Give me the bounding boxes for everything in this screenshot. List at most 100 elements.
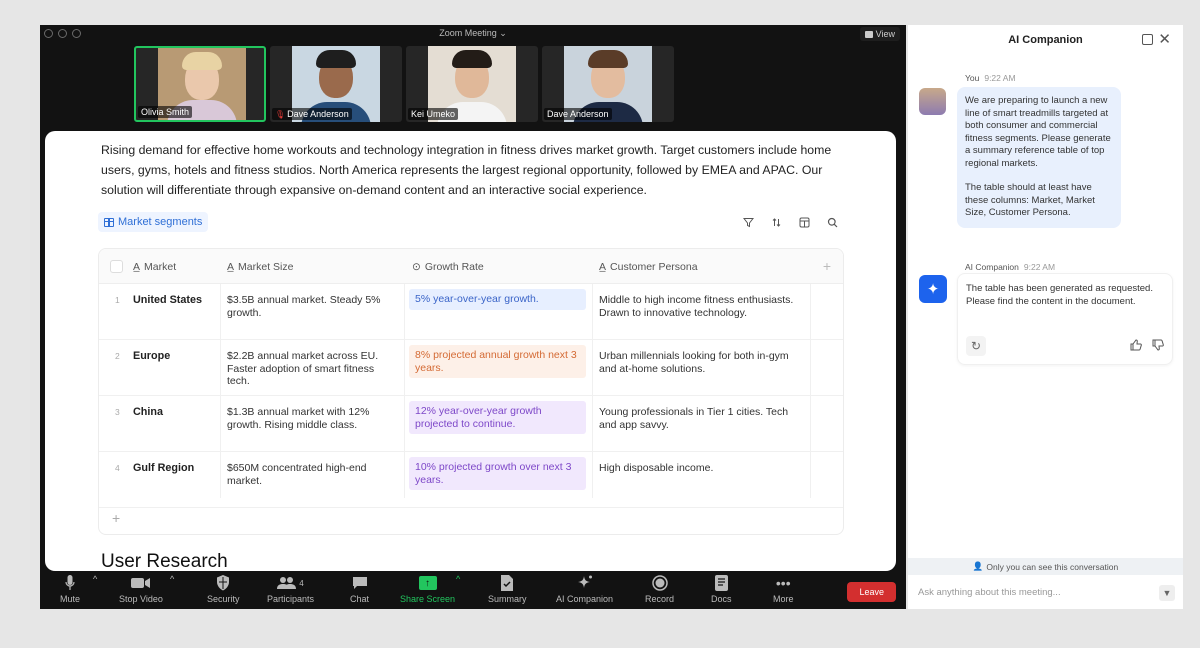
chat-button[interactable]: Chat [350,574,369,604]
ask-input[interactable]: Ask anything about this meeting... ▼ [908,575,1183,609]
cell-customer-persona[interactable]: Middle to high income fitness enthusiast… [599,294,804,319]
regenerate-icon[interactable]: ↻ [966,336,986,356]
cell-market-size[interactable]: $1.3B annual market with 12% growth. Ris… [227,406,399,431]
video-options-caret[interactable]: ^ [170,574,174,584]
text-type-icon: A̲ [227,260,235,273]
window-title[interactable]: Zoom Meeting ⌄ [40,28,906,39]
summary-label: Summary [488,594,527,604]
participant-name: Olivia Smith [138,106,193,118]
sender-name: AI Companion [965,262,1019,272]
participants-icon: 4 [277,574,304,592]
ask-input-placeholder: Ask anything about this meeting... [918,586,1061,598]
cell-growth-rate[interactable]: 5% year-over-year growth. [409,289,586,310]
view-button[interactable]: View [859,27,900,41]
pop-out-icon[interactable] [1142,34,1153,45]
grid-view-icon [864,30,873,38]
table-row[interactable]: 3 China $1.3B annual market with 12% growt… [99,396,843,452]
participant-name: Kei Umeko [408,108,459,120]
participant-hair [316,50,356,68]
cell-growth-rate[interactable]: 8% projected annual growth next 3 years. [409,345,586,378]
thumbs-down-icon[interactable] [1152,339,1164,355]
column-label: Growth Rate [424,260,484,273]
column-header-growth-rate[interactable]: ⊙ Growth Rate [412,249,484,284]
sort-icon[interactable] [770,216,782,228]
cell-market[interactable]: Gulf Region [133,462,218,475]
leave-button[interactable]: Leave [847,582,896,602]
participants-button[interactable]: 4 Participants [267,574,314,604]
stop-video-button[interactable]: Stop Video [119,574,163,604]
thumbs-up-icon[interactable] [1130,338,1142,355]
zoom-meeting-window: Zoom Meeting ⌄ View Olivia Smith 🎙 Dave An… [40,25,906,609]
ai-companion-button[interactable]: AI Companion [556,574,613,604]
cell-market-size[interactable]: $3.5B annual market. Steady 5% growth. [227,294,399,319]
columns-icon[interactable] [798,216,810,228]
share-screen-button[interactable]: ↑ Share Screen [400,574,455,604]
summary-document-icon [500,574,514,592]
table-row[interactable]: 2 Europe $2.2B annual market across EU. Fa… [99,340,843,396]
ai-message-card: The table has been generated as requeste… [957,273,1173,365]
cell-market-size[interactable]: $2.2B annual market across EU. Faster ad… [227,350,399,388]
cell-customer-persona[interactable]: Young professionals in Tier 1 cities. Te… [599,406,804,431]
share-screen-label: Share Screen [400,594,456,604]
add-row-button[interactable]: + [112,510,120,526]
ai-companion-avatar: ✦ [919,275,947,303]
filter-icon[interactable] [742,216,754,228]
participant-tile[interactable]: Kei Umeko [406,46,538,122]
summary-button[interactable]: Summary [488,574,527,604]
participant-tile[interactable]: Dave Anderson [542,46,674,122]
participant-tile[interactable]: 🎙 Dave Anderson [270,46,402,122]
more-button[interactable]: ••• More [773,574,794,604]
document-paragraph: Rising demand for effective home workout… [101,143,832,197]
shared-document: Rising demand for effective home workout… [45,131,896,571]
add-column-button[interactable]: + [823,258,831,274]
cell-market[interactable]: Europe [133,350,218,363]
audio-options-caret[interactable]: ^ [93,574,97,584]
participant-name-text: Olivia Smith [141,107,190,117]
privacy-notice: 👤 Only you can see this conversation [908,558,1183,575]
text-type-icon: A̲ [133,260,141,273]
table-row[interactable]: 4 Gulf Region $650M concentrated high-end … [99,452,843,508]
participant-tile[interactable]: Olivia Smith [134,46,266,122]
select-type-icon: ⊙ [412,260,421,273]
column-divider [220,284,221,498]
market-segments-table: A̲ Market A̲ Market Size ⊙ Growth Rate A̲ Cu… [98,248,844,535]
column-header-market-size[interactable]: A̲ Market Size [227,249,293,284]
search-icon[interactable] [826,216,838,228]
market-segments-table-title[interactable]: Market segments [98,212,209,232]
select-all-checkbox[interactable] [110,260,123,273]
participant-strip: Olivia Smith 🎙 Dave Anderson Kei Umeko Dave … [134,46,674,122]
cell-growth-rate[interactable]: 10% projected growth over next 3 years. [409,457,586,490]
participant-name-text: Kei Umeko [411,109,456,119]
send-icon[interactable]: ▼ [1159,585,1175,601]
docs-button[interactable]: Docs [711,574,732,604]
table-icon [104,217,114,227]
table-row[interactable]: 1 United States $3.5B annual market. Stead… [99,284,843,340]
cell-market[interactable]: United States [133,294,218,307]
record-button[interactable]: Record [645,574,674,604]
user-message-text: We are preparing to launch a new line of… [965,95,1111,169]
record-label: Record [645,594,675,604]
muted-mic-icon: 🎙 [275,109,286,119]
cell-growth-rate[interactable]: 12% year-over-year growth projected to c… [409,401,586,434]
share-options-caret[interactable]: ^ [456,574,460,584]
column-header-market[interactable]: A̲ Market [133,249,176,284]
docs-label: Docs [711,594,732,604]
participant-name: 🎙 Dave Anderson [272,108,352,120]
cell-customer-persona[interactable]: Urban millennials looking for both in-gy… [599,350,804,375]
chat-bubble-icon [352,574,368,592]
chat-label: Chat [350,594,370,604]
ai-message-text: The table has been generated as requeste… [966,283,1153,307]
close-icon[interactable]: ✕ [1158,30,1171,48]
view-label: View [875,29,895,39]
row-number: 2 [115,351,120,361]
meeting-toolbar: Mute ^ Stop Video ^ Security 4 Participan… [40,571,906,609]
cell-market[interactable]: China [133,406,218,419]
security-button[interactable]: Security [207,574,240,604]
sparkle-icon [576,574,594,592]
cell-customer-persona[interactable]: High disposable income. [599,462,804,475]
mute-button[interactable]: Mute [60,574,80,604]
column-header-customer-persona[interactable]: A̲ Customer Persona [599,249,698,284]
cell-market-size[interactable]: $650M concentrated high-end market. [227,462,399,487]
ai-companion-panel: AI Companion ✕ You 9:22 AM We are prepari… [908,25,1183,609]
private-person-icon: 👤 [972,561,984,571]
